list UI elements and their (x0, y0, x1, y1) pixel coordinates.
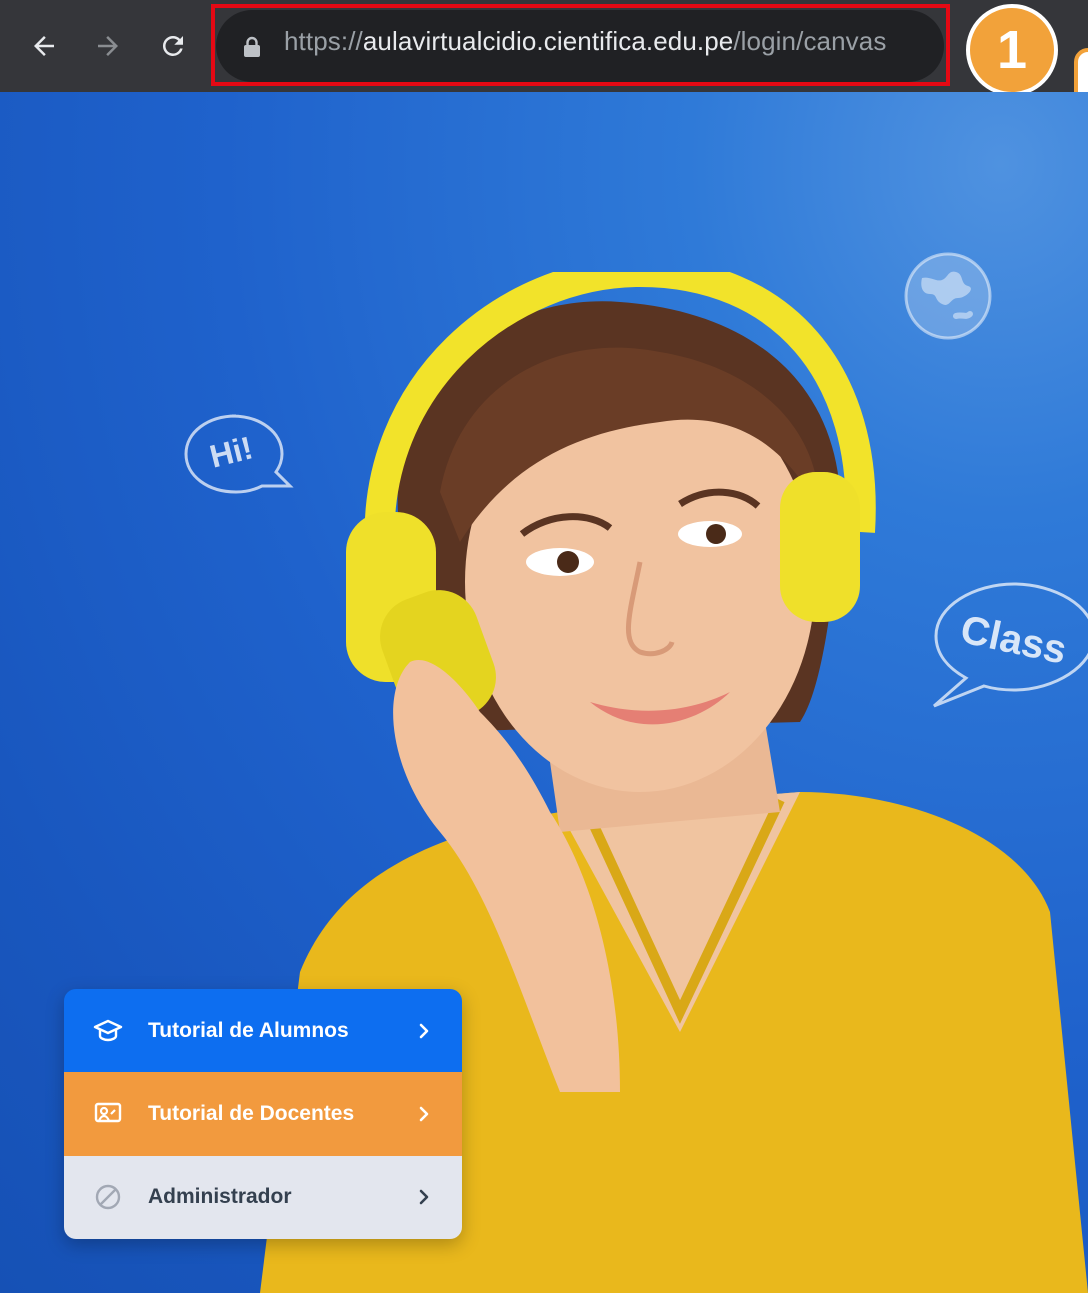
lock-icon (244, 36, 260, 57)
graduation-cap-icon (92, 1015, 124, 1047)
chevron-right-icon (419, 1106, 429, 1122)
url-scheme: https:// (284, 26, 363, 56)
reload-icon (162, 35, 183, 56)
menu-item-label: Tutorial de Alumnos (148, 1018, 349, 1042)
step-badge: 1 (966, 4, 1058, 96)
disabled-icon (92, 1181, 124, 1213)
menu-item-label: Tutorial de Docentes (148, 1101, 355, 1125)
url-path: /login/canvas (733, 26, 887, 56)
url-domain: aulavirtualcidio.cientifica.edu.pe (362, 26, 734, 56)
menu-item-administrador[interactable]: Administrador (64, 1155, 462, 1239)
back-button[interactable] (22, 24, 66, 68)
reload-button[interactable] (151, 24, 195, 68)
presentation-icon (92, 1098, 124, 1130)
chevron-right-icon (419, 1189, 429, 1205)
arrow-right-icon (98, 36, 118, 56)
menu-item-tutorial-alumnos[interactable]: Tutorial de Alumnos (64, 989, 462, 1073)
browser-toolbar: https://aulavirtualcidio.cientifica.edu.… (0, 0, 1088, 138)
url-text[interactable]: https://aulavirtualcidio.cientifica.edu.… (284, 26, 886, 57)
arrow-left-icon (34, 36, 54, 56)
forward-button[interactable] (86, 24, 130, 68)
tutorial-menu-card: Tutorial de Alumnos Tutorial de Docentes… (64, 989, 462, 1239)
menu-item-tutorial-docentes[interactable]: Tutorial de Docentes (64, 1072, 462, 1156)
chevron-right-icon (419, 1023, 429, 1038)
menu-item-label: Administrador (148, 1185, 292, 1209)
